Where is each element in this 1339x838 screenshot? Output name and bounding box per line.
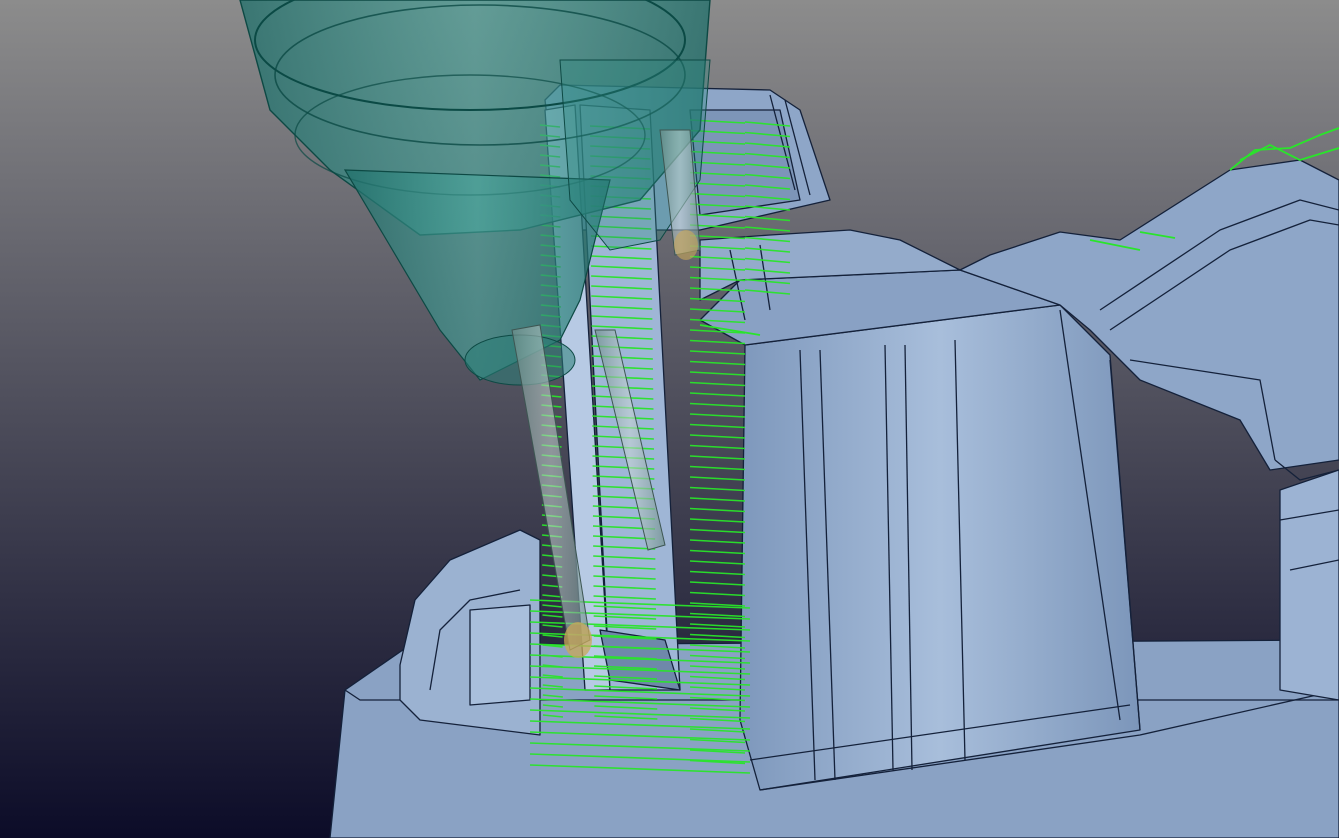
cutter-tip-rear bbox=[674, 230, 698, 260]
cutter-tip-front bbox=[564, 622, 592, 658]
part-right-rib bbox=[1279, 469, 1339, 701]
cam-3d-viewport[interactable] bbox=[0, 0, 1339, 838]
part-front-face bbox=[739, 304, 1141, 791]
